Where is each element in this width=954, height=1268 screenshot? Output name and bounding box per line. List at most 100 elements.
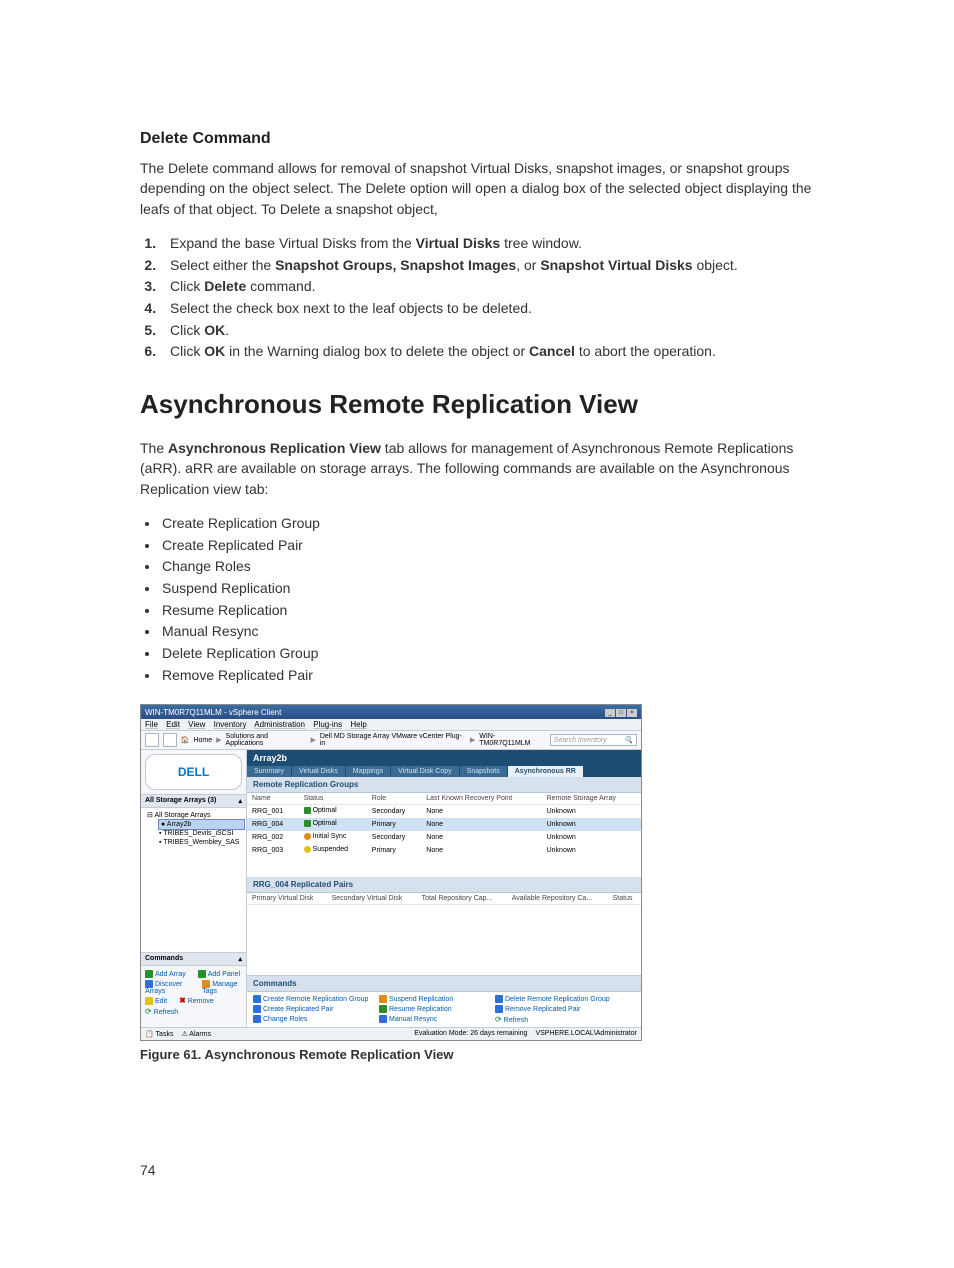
close-icon[interactable]: × [627, 709, 637, 717]
col-status[interactable]: Status [299, 793, 367, 805]
suspend-icon [379, 995, 387, 1003]
col-primary-vd[interactable]: Primary Virtual Disk [247, 893, 327, 905]
plus-icon [145, 970, 153, 978]
delete-group-icon [495, 995, 503, 1003]
tree-node[interactable]: ▪ TRIBES_Wembley_SAS [159, 838, 244, 847]
resume-icon [379, 1005, 387, 1013]
search-input[interactable]: Search Inventory 🔍 [550, 734, 637, 746]
step-3: Click Delete command. [160, 276, 836, 298]
array-header: Array2b [247, 750, 641, 766]
edit-link[interactable]: Edit [145, 997, 167, 1005]
replication-groups-table: Name Status Role Last Known Recovery Poi… [247, 793, 641, 857]
status-icon [304, 807, 311, 814]
right-commands-panel: Commands Create Remote Replication Group… [247, 975, 641, 1027]
suspend-replication-link[interactable]: Suspend Replication [379, 995, 489, 1003]
col-recovery[interactable]: Last Known Recovery Point [421, 793, 541, 805]
resync-icon [379, 1015, 387, 1023]
menu-help[interactable]: Help [350, 720, 366, 729]
tab-async-rr[interactable]: Asynchronous RR [508, 766, 584, 777]
col-remote[interactable]: Remote Storage Array [542, 793, 641, 805]
pencil-icon [145, 997, 153, 1005]
change-roles-icon [253, 1015, 261, 1023]
change-roles-link[interactable]: Change Roles [253, 1015, 373, 1024]
tab-virtual-disks[interactable]: Virtual Disks [292, 766, 346, 777]
breadcrumb[interactable]: Home [193, 737, 212, 744]
col-avail-cap[interactable]: Available Repository Ca... [507, 893, 608, 905]
search-icon [145, 980, 153, 988]
remove-pair-icon [495, 1005, 503, 1013]
resume-replication-link[interactable]: Resume Replication [379, 1005, 489, 1013]
pairs-empty-area [247, 905, 641, 975]
col-total-cap[interactable]: Total Repository Cap... [417, 893, 507, 905]
window-titlebar: WIN-TM0R7Q11MLM - vSphere Client _□× [141, 705, 641, 719]
col-name[interactable]: Name [247, 793, 299, 805]
user-status: VSPHERE.LOCAL\Administrator [535, 1030, 637, 1038]
menu-edit[interactable]: Edit [166, 720, 180, 729]
breadcrumb[interactable]: WIN-TM0R7Q11MLM [479, 733, 546, 747]
collapse-icon[interactable]: ▴ [238, 797, 242, 805]
nav-forward-button[interactable] [163, 733, 177, 747]
nav-back-button[interactable] [145, 733, 159, 747]
x-icon: ✖ [179, 996, 186, 1005]
tree-node-selected[interactable]: ● Array2b [159, 820, 244, 829]
remove-replicated-pair-link[interactable]: Remove Replicated Pair [495, 1005, 635, 1013]
right-commands-header: Commands [247, 976, 641, 992]
dell-logo: DELL [145, 754, 242, 790]
table-row[interactable]: RRG_004OptimalPrimaryNoneUnknown [247, 818, 641, 831]
menu-inventory[interactable]: Inventory [214, 720, 247, 729]
col-status[interactable]: Status [608, 893, 641, 905]
menu-plugins[interactable]: Plug-ins [313, 720, 342, 729]
maximize-icon[interactable]: □ [616, 709, 626, 717]
table-row[interactable]: RRG_002Initial SyncSecondaryNoneUnknown [247, 831, 641, 844]
remove-link[interactable]: ✖ Remove [179, 997, 214, 1005]
add-panel-link[interactable]: Add Panel [198, 970, 240, 978]
tab-vdc[interactable]: Virtual Disk Copy [391, 766, 460, 777]
search-icon[interactable]: 🔍 [624, 736, 633, 744]
refresh-icon: ⟳ [495, 1015, 502, 1024]
step-4: Select the check box next to the leaf ob… [160, 298, 836, 320]
status-icon [304, 820, 311, 827]
breadcrumb[interactable]: Dell MD Storage Array VMware vCenter Plu… [320, 733, 466, 747]
table-row[interactable]: RRG_001OptimalSecondaryNoneUnknown [247, 805, 641, 819]
collapse-icon[interactable]: ▴ [238, 955, 242, 963]
col-secondary-vd[interactable]: Secondary Virtual Disk [327, 893, 417, 905]
evaluation-status: Evaluation Mode: 26 days remaining [414, 1030, 527, 1038]
section-heading-async-rr-view: Asynchronous Remote Replication View [140, 389, 836, 420]
home-icon[interactable]: 🏠 [181, 736, 190, 744]
delete-remote-replication-group-link[interactable]: Delete Remote Replication Group [495, 995, 635, 1003]
tab-summary[interactable]: Summary [247, 766, 292, 777]
table-row[interactable]: RRG_003SuspendedPrimaryNoneUnknown [247, 844, 641, 857]
storage-arrays-tree[interactable]: ⊟ All Storage Arrays ● Array2b ▪ TRIBES_… [141, 808, 246, 952]
menu-administration[interactable]: Administration [254, 720, 305, 729]
minimize-icon[interactable]: _ [605, 709, 615, 717]
vsphere-client-window: WIN-TM0R7Q11MLM - vSphere Client _□× Fil… [140, 704, 642, 1041]
breadcrumb[interactable]: Solutions and Applications [226, 733, 307, 747]
step-6: Click OK in the Warning dialog box to de… [160, 341, 836, 363]
refresh-link[interactable]: ⟳ Refresh [495, 1015, 635, 1024]
menu-bar[interactable]: File Edit View Inventory Administration … [141, 719, 641, 731]
tree-root[interactable]: ⊟ All Storage Arrays [147, 810, 244, 820]
tasks-link[interactable]: 📋 Tasks [145, 1030, 173, 1038]
alarms-link[interactable]: ⚠ Alarms [181, 1030, 211, 1038]
step-2: Select either the Snapshot Groups, Snaps… [160, 255, 836, 277]
manage-tags-link[interactable]: Manage Tags [202, 980, 242, 995]
col-role[interactable]: Role [367, 793, 421, 805]
status-icon [304, 833, 311, 840]
window-controls[interactable]: _□× [604, 707, 637, 717]
refresh-link[interactable]: ⟳ Refresh [145, 1007, 178, 1016]
list-item: Change Roles [160, 556, 836, 578]
list-item: Remove Replicated Pair [160, 665, 836, 687]
create-remote-replication-group-link[interactable]: Create Remote Replication Group [253, 995, 373, 1003]
step-1: Expand the base Virtual Disks from the V… [160, 233, 836, 255]
manual-resync-link[interactable]: Manual Resync [379, 1015, 489, 1024]
tab-snapshots[interactable]: Snapshots [460, 766, 508, 777]
menu-file[interactable]: File [145, 720, 158, 729]
add-array-link[interactable]: Add Array [145, 970, 186, 978]
list-item: Resume Replication [160, 600, 836, 622]
tab-mappings[interactable]: Mappings [346, 766, 391, 777]
tree-node[interactable]: ▪ TRIBES_Devils_iSCSI [159, 829, 244, 838]
menu-view[interactable]: View [188, 720, 205, 729]
create-replicated-pair-link[interactable]: Create Replicated Pair [253, 1005, 373, 1013]
discover-arrays-link[interactable]: Discover Arrays [145, 980, 190, 995]
tab-bar: Summary Virtual Disks Mappings Virtual D… [247, 766, 641, 777]
